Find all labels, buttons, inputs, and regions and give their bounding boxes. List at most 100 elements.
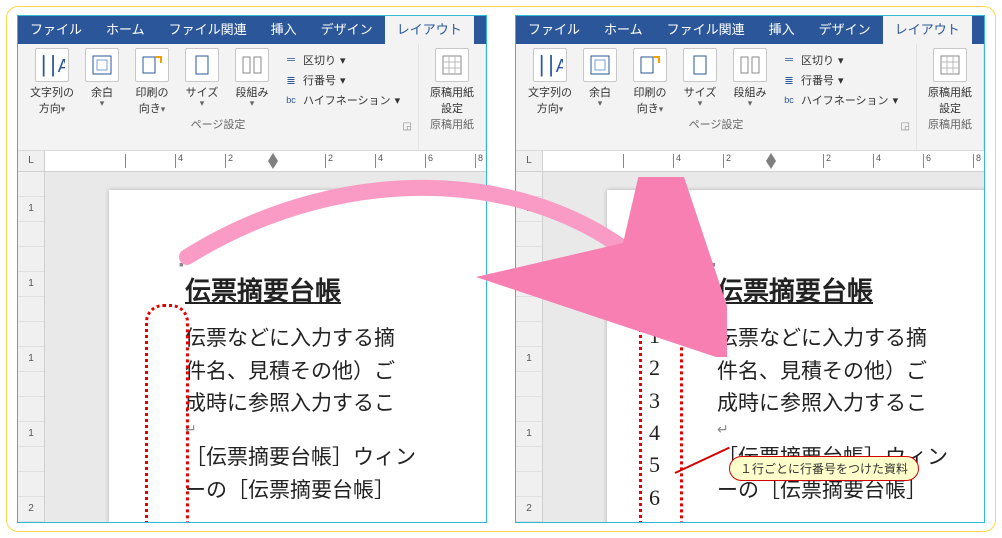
doc-line: 成時に参照入力するこ xyxy=(717,387,985,420)
doc-line: 件名、見積その他）ご xyxy=(717,355,985,388)
ruler-horizontal[interactable]: 4 2 2 4 6 8 xyxy=(543,151,984,171)
cmd-columns[interactable]: 段組み▾ xyxy=(727,48,773,109)
tab-file[interactable]: ファイル xyxy=(18,16,94,44)
group-manuscript: 原稿用紙 設定 原稿用紙 xyxy=(419,44,486,150)
cmd-hyphenation[interactable]: bcハイフネーション▾ xyxy=(781,92,901,108)
cmd-text-direction[interactable]: ⎮⎮A 文字列の 方向▾ xyxy=(29,48,75,116)
cmd-orientation[interactable]: 印刷の 向き▾ xyxy=(627,48,673,116)
cmd-line-numbers[interactable]: ≣ 行番号▾ xyxy=(283,72,403,88)
tab-home[interactable]: ホーム xyxy=(94,16,157,44)
text-direction-icon: ⎮⎮A xyxy=(533,48,567,82)
ruler-row: L 4 2 2 4 6 8 xyxy=(516,151,984,172)
cmd-orientation[interactable]: 印刷の 向き▾ xyxy=(129,48,175,116)
tab-filerel[interactable]: ファイル関連 xyxy=(157,16,259,44)
tab-design[interactable]: デザイン xyxy=(807,16,883,44)
line-number: 2 xyxy=(649,352,660,384)
hyphen-icon: bc xyxy=(283,92,299,108)
word-window-before: ファイル ホーム ファイル関連 挿入 デザイン レイアウト ⎮⎮A 文字列の 方… xyxy=(17,15,487,523)
breaks-icon: ═ xyxy=(781,52,797,68)
size-icon xyxy=(185,48,219,82)
text-direction-icon: ⎮⎮A xyxy=(35,48,69,82)
para-mark-icon: ↵ xyxy=(185,420,487,442)
paper: ▪ 伝票摘要台帳 伝票などに入力する摘 件名、見積その他）ご 成時に参照入力する… xyxy=(109,190,487,523)
doc-title: 伝票摘要台帳 xyxy=(717,272,985,312)
vruler-gutter: 1 1 1 1 2 xyxy=(516,172,543,523)
cmd-breaks[interactable]: ═ 区切り▾ xyxy=(283,52,403,68)
group-label-page: ページ設定 ◲ xyxy=(518,116,914,134)
small-commands: ═ 区切り▾ ≣ 行番号▾ bc ハイフネーション▾ xyxy=(279,48,407,108)
columns-icon xyxy=(733,48,767,82)
cmd-line-numbers[interactable]: ≣行番号▾ xyxy=(781,72,901,88)
ribbon: ⎮⎮A 文字列の 方向▾ 余白▾ 印刷の 向き▾ xyxy=(516,44,984,151)
para-mark-icon: ↵ xyxy=(717,420,985,442)
line-number: 3 xyxy=(649,385,660,417)
cmd-breaks[interactable]: ═区切り▾ xyxy=(781,52,901,68)
launcher-icon[interactable]: ◲ xyxy=(901,121,910,132)
document-area: 1 1 1 1 2 ▪ 伝票摘要台帳 伝票などに入力する摘 件名、見積その他）ご… xyxy=(18,172,486,523)
indent-marker-icon[interactable] xyxy=(763,153,779,169)
word-window-after: ファイル ホーム ファイル関連 挿入 デザイン レイアウト ⎮⎮A 文字列の 方… xyxy=(515,15,985,523)
cmd-size[interactable]: サイズ▾ xyxy=(677,48,723,109)
tab-insert[interactable]: 挿入 xyxy=(757,16,807,44)
cmd-hyphenation[interactable]: bc ハイフネーション▾ xyxy=(283,92,403,108)
hyphen-icon: bc xyxy=(781,92,797,108)
doc-line: ［伝票摘要台帳］ウィン xyxy=(185,441,487,474)
doc-line: 件名、見積その他）ご xyxy=(185,355,487,388)
tab-design[interactable]: デザイン xyxy=(309,16,385,44)
ruler-corner[interactable]: L xyxy=(18,151,45,171)
svg-text:⎮⎮A: ⎮⎮A xyxy=(39,55,65,77)
line-number: 4 xyxy=(649,417,660,449)
tab-home[interactable]: ホーム xyxy=(592,16,655,44)
tab-layout[interactable]: レイアウト xyxy=(883,16,972,44)
paper-viewport[interactable]: ▪ 伝票摘要台帳 伝票などに入力する摘 件名、見積その他）ご 成時に参照入力する… xyxy=(45,172,486,523)
linenum-icon: ≣ xyxy=(283,72,299,88)
document-area: 1 1 1 1 2 ▪ 伝票摘要台帳 伝票などに入力する摘 件名、見積その他）ご… xyxy=(516,172,984,523)
group-page-setup: ⎮⎮A 文字列の 方向▾ 余白▾ xyxy=(18,44,419,150)
manuscript-icon xyxy=(933,48,967,82)
cmd-columns[interactable]: 段組み▾ xyxy=(229,48,275,109)
line-numbers: 1 2 3 4 5 6 7 xyxy=(649,320,660,523)
doc-title: 伝票摘要台帳 xyxy=(185,272,487,312)
vruler-gutter: 1 1 1 1 2 xyxy=(18,172,45,523)
ribbon-tabs: ファイル ホーム ファイル関連 挿入 デザイン レイアウト xyxy=(18,16,486,44)
cmd-manuscript[interactable]: 原稿用紙 設定 xyxy=(922,48,978,116)
tab-insert[interactable]: 挿入 xyxy=(259,16,309,44)
cmd-margins[interactable]: 余白▾ xyxy=(577,48,623,109)
svg-text:⎮⎮A: ⎮⎮A xyxy=(537,55,563,77)
ribbon-tabs: ファイル ホーム ファイル関連 挿入 デザイン レイアウト xyxy=(516,16,984,44)
orientation-icon xyxy=(135,48,169,82)
doc-line: 成時に参照入力するこ xyxy=(185,387,487,420)
cmd-text-direction[interactable]: ⎮⎮A 文字列の 方向▾ xyxy=(527,48,573,116)
tab-filerel[interactable]: ファイル関連 xyxy=(655,16,757,44)
group-label-manuscript: 原稿用紙 xyxy=(919,116,981,134)
callout-label: １行ごとに行番号をつけた資料 xyxy=(729,456,919,481)
tab-file[interactable]: ファイル xyxy=(516,16,592,44)
line-number: 6 xyxy=(649,482,660,514)
ruler-row: L 4 2 2 4 6 8 xyxy=(18,151,486,172)
tab-layout[interactable]: レイアウト xyxy=(385,16,474,44)
margins-icon xyxy=(583,48,617,82)
line-number: 1 xyxy=(649,320,660,352)
group-manuscript: 原稿用紙 設定 原稿用紙 xyxy=(917,44,984,150)
manuscript-icon xyxy=(435,48,469,82)
doc-line: ーの［伝票摘要台帳］ xyxy=(185,474,487,507)
columns-icon xyxy=(235,48,269,82)
doc-line: 伝票などに入力する摘 xyxy=(717,322,985,355)
cmd-size[interactable]: サイズ▾ xyxy=(179,48,225,109)
launcher-icon[interactable]: ◲ xyxy=(403,121,412,132)
paper-viewport[interactable]: ▪ 伝票摘要台帳 伝票などに入力する摘 件名、見積その他）ご 成時に参照入力する… xyxy=(543,172,984,523)
ruler-corner[interactable]: L xyxy=(516,151,543,171)
cmd-margins[interactable]: 余白▾ xyxy=(79,48,125,109)
group-label-manuscript: 原稿用紙 xyxy=(421,116,483,134)
indent-marker-icon[interactable] xyxy=(265,153,281,169)
cmd-manuscript[interactable]: 原稿用紙 設定 xyxy=(424,48,480,116)
small-commands: ═区切り▾ ≣行番号▾ bcハイフネーション▾ xyxy=(777,48,905,108)
breaks-icon: ═ xyxy=(283,52,299,68)
line-number: 7 xyxy=(649,514,660,523)
size-icon xyxy=(683,48,717,82)
ruler-horizontal[interactable]: 4 2 2 4 6 8 xyxy=(45,151,486,171)
margins-icon xyxy=(85,48,119,82)
line-number: 5 xyxy=(649,449,660,481)
doc-line: 伝票などに入力する摘 xyxy=(185,322,487,355)
ribbon: ⎮⎮A 文字列の 方向▾ 余白▾ xyxy=(18,44,486,151)
